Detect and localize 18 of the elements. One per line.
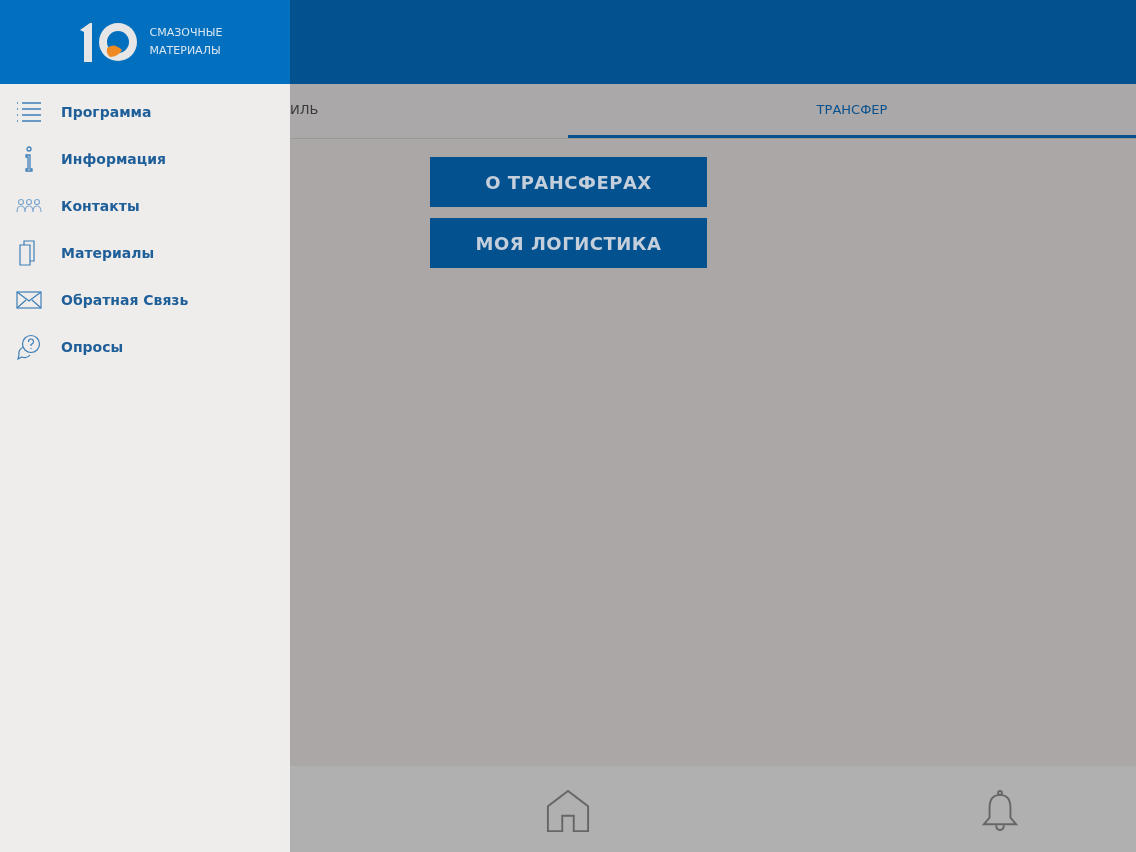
menu-item[interactable]: Опросы	[0, 323, 290, 370]
question-bubble-icon	[16, 333, 42, 360]
bell-icon[interactable]	[981, 788, 1019, 834]
action-button[interactable]: МОЯ ЛОГИСТИКА	[430, 218, 707, 268]
people-group-icon	[16, 197, 42, 214]
menu-item[interactable]: Контакты	[0, 182, 290, 229]
logo-text: СМАЗОЧНЫЕ	[149, 25, 223, 41]
logo-text: МАТЕРИАЛЫ	[149, 43, 222, 59]
action-button[interactable]: О ТРАНСФЕРАХ	[430, 157, 707, 207]
tab[interactable]: ИЛЬ	[290, 84, 568, 138]
menu-item[interactable]: Программа	[0, 88, 290, 135]
tab[interactable]: ТРАНСФЕР	[568, 84, 1136, 138]
menu-item[interactable]: Обратная Связь	[0, 276, 290, 323]
menu-item[interactable]: Информация	[0, 135, 290, 182]
home-icon[interactable]	[546, 788, 590, 834]
menu-item[interactable]: Материалы	[0, 229, 290, 276]
list-icon	[16, 100, 42, 123]
envelope-icon	[16, 290, 42, 309]
